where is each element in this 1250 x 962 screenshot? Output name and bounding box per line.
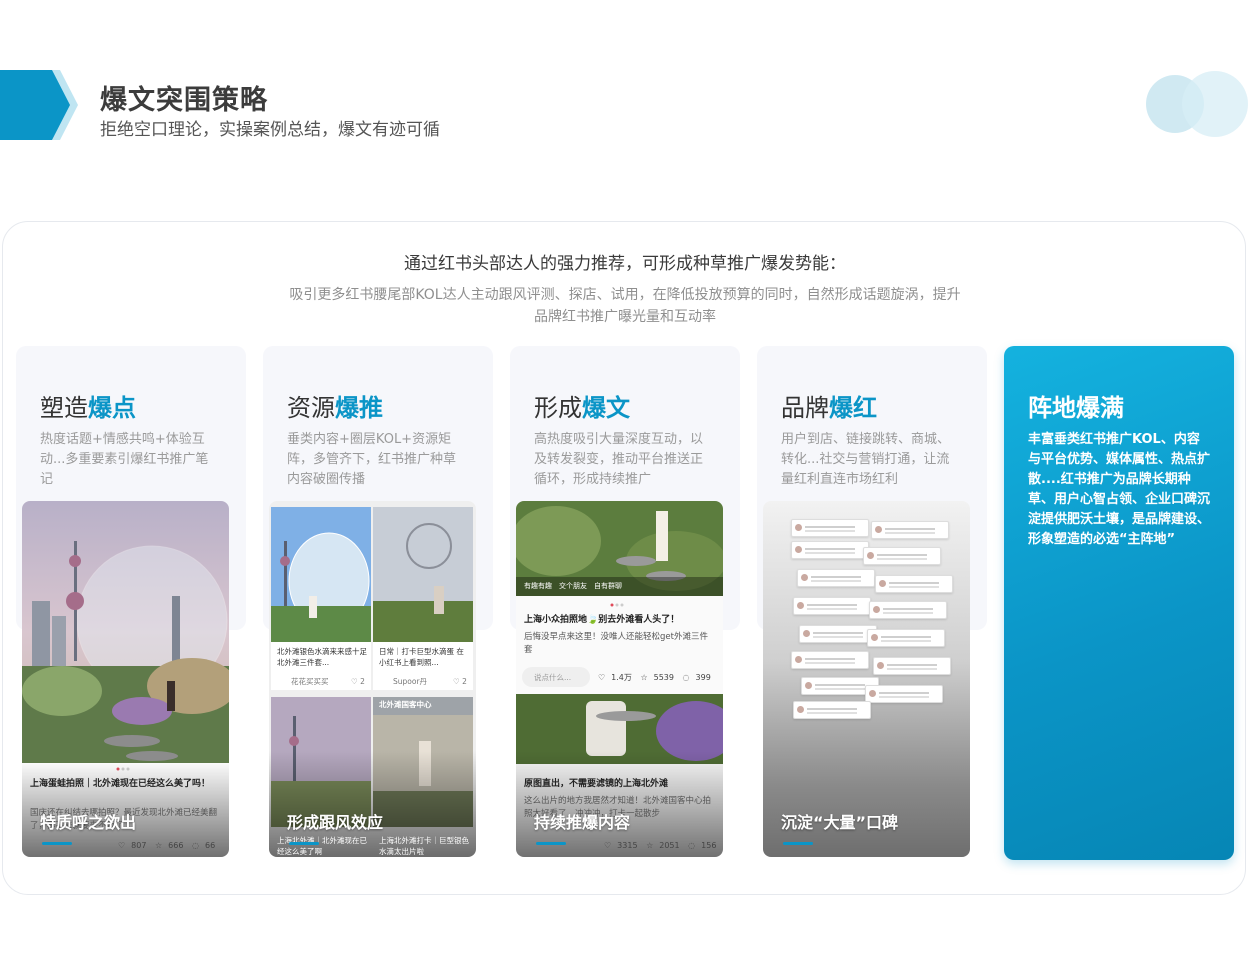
post2-stats: ♡ 3315 ☆ 2051 ◌ 156: [604, 841, 717, 850]
star-icon: ☆: [640, 673, 648, 682]
tile-user: 花花买买买: [291, 677, 329, 686]
card-text: 热度话题+情感共鸣+体验互动...多重要素引爆红书推广笔记: [40, 432, 209, 487]
caption-underline: [289, 842, 319, 845]
shot-caption: 特质呼之欲出: [40, 813, 137, 832]
decorative-circles-icon: [1146, 71, 1248, 137]
comment-card: [871, 521, 949, 539]
comment-card: [791, 651, 869, 669]
like-icon: ♡: [118, 841, 126, 850]
tile-text: 上海北外滩打卡｜巨型银色水滴太出片啦: [379, 836, 469, 856]
comment-card: [875, 575, 953, 593]
comment-icon: ◌: [688, 841, 696, 850]
comment-card: [863, 547, 941, 565]
top-bar-text: 有趣有趣 交个朋友 自有群聊: [524, 582, 622, 590]
screenshot-1: 上海蛋蛙拍照｜北外滩现在已经这么美了吗！ 国庆还在纠结去哪拍照？最近发现北外滩已…: [22, 501, 229, 857]
card-title: 品牌爆红: [781, 394, 877, 422]
card-text: 用户到店、链接跳转、商城、转化...社交与营销打通，让流量红利直连市场红利: [781, 432, 951, 487]
comment-card: [867, 629, 945, 647]
screenshot-3: 有趣有趣 交个朋友 自有群聊 上海小众拍照地🍃别去外滩看人头了！ 后悔没早点来这…: [516, 501, 723, 857]
screenshot-2: 北外滩银色水滴来来感十足 北外滩三件套... 花花买买买 ♡ 2 日常｜打卡巨型…: [269, 501, 476, 857]
like-icon: ♡: [604, 841, 612, 850]
comment-card: [865, 685, 943, 703]
comment-input[interactable]: 说点什么...: [534, 672, 571, 683]
post-stats: ♡ 807 ☆ 666 ◌ 66: [118, 841, 216, 850]
screenshot-4: 沉淀“大量”口碑: [763, 501, 970, 857]
post-stats: ♡ 1.4万 ☆ 5539 ◌ 399: [598, 673, 711, 682]
comment-card: [869, 601, 947, 619]
post-title: 上海小众拍照地🍃别去外滩看人头了！: [524, 615, 680, 625]
star-icon: ☆: [155, 841, 163, 850]
caption-underline: [783, 842, 813, 845]
card-title: 资源爆推: [287, 394, 383, 422]
building-sign: 北外滩国客中心: [379, 700, 432, 709]
intro-lead: 通过红书头部达人的强力推荐，可形成种草推广爆发势能：: [404, 254, 846, 274]
comment-card: [873, 657, 951, 675]
tile-user: Supoor丹: [393, 677, 428, 686]
card-text: 垂类内容+圈层KOL+资源矩阵，多管齐下，红书推广种草内容破圈传播: [287, 432, 457, 487]
tile-text: 日常｜打卡巨型水滴蛋 在小红书上看到照...: [379, 647, 464, 667]
comment-card: [793, 701, 871, 719]
like-icon: ♡: [598, 673, 606, 682]
comment-icon: ◌: [682, 673, 690, 682]
scene-photo-image: [22, 501, 229, 857]
comment-card: [791, 541, 869, 559]
header-chevron-icon: [0, 70, 78, 140]
post2-title: 原图直出，不需要滤镜的上海北外滩: [524, 779, 669, 789]
shot-caption: 持续推爆内容: [534, 813, 631, 832]
card-title: 塑造爆点: [40, 394, 136, 422]
comment-card: [797, 569, 875, 587]
card-title: 形成爆文: [534, 394, 630, 422]
card-position-full: 阵地爆满 丰富垂类红书推广KOL、内容与平台优势、媒体属性、热点扩散....红书…: [1004, 346, 1234, 860]
card-title: 阵地爆满: [1028, 394, 1124, 422]
card-text: 丰富垂类红书推广KOL、内容与平台优势、媒体属性、热点扩散....红书推广为品牌…: [1028, 432, 1211, 547]
comment-card: [793, 597, 871, 615]
caption-underline: [536, 842, 566, 845]
page-title: 爆文突围策略: [100, 85, 268, 116]
post-body: 后悔没早点来这里！没唯人还能轻松get外滩三件套: [524, 632, 708, 655]
post-title: 上海蛋蛙拍照｜北外滩现在已经这么美了吗！: [30, 779, 211, 789]
comment-card: [799, 625, 877, 643]
intro-description: 吸引更多红书腰尾部KOL达人主动跟风评测、探店、试用，在降低投放预算的同时，自然…: [289, 287, 961, 325]
star-icon: ☆: [646, 841, 654, 850]
tile-likes: ♡ 2: [453, 677, 467, 686]
page-subtitle: 拒绝空口理论，实操案例总结，爆文有迹可循: [100, 120, 440, 140]
tile-text: 北外滩银色水滴来来感十足 北外滩三件套...: [277, 647, 367, 667]
shot-caption: 沉淀“大量”口碑: [781, 813, 899, 832]
card-text: 高热度吸引大量深度互动，以及转发裂变，推动平台推送正循环，形成持续推广: [534, 432, 704, 487]
comment-card: [791, 519, 869, 537]
shot-caption: 形成跟风效应: [287, 813, 384, 832]
tile-likes: ♡ 2: [351, 677, 365, 686]
caption-underline: [42, 842, 72, 845]
tile-text: 上海北外滩｜北外滩现在已经这么美了啊: [277, 836, 367, 856]
comment-icon: ◌: [192, 841, 199, 850]
